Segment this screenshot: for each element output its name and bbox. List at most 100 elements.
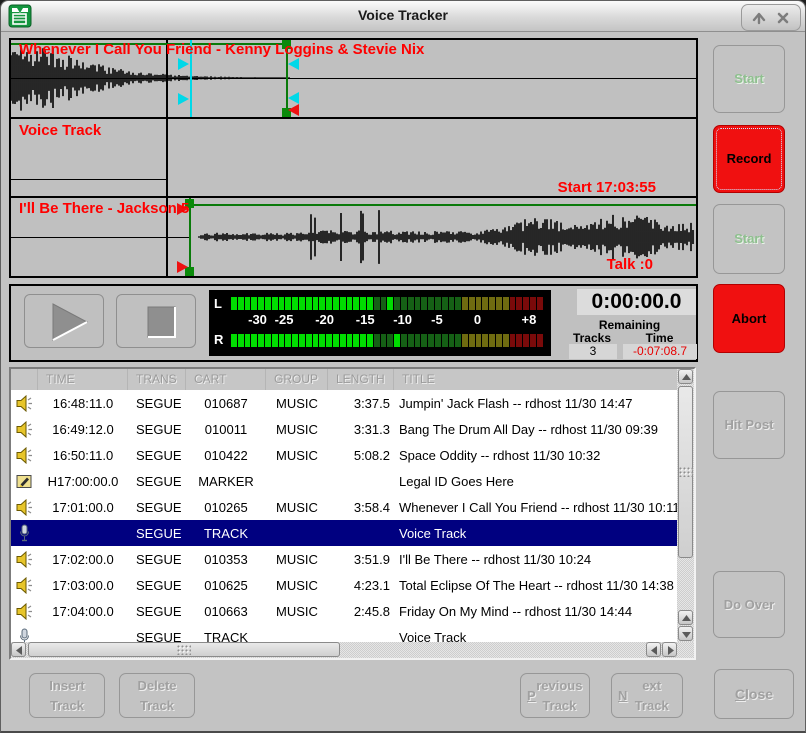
header-title[interactable]: TITLE: [394, 369, 677, 390]
insert-track-button[interactable]: Insert Track: [29, 673, 105, 718]
meter-segment: [238, 297, 244, 310]
header-time[interactable]: TIME: [38, 369, 128, 390]
close-window-icon[interactable]: [775, 10, 791, 26]
horizontal-scroll-handle[interactable]: [28, 642, 340, 657]
meter-segment: [415, 334, 421, 347]
remaining-tracks-value: 3: [569, 344, 617, 359]
table-row[interactable]: 16:48:11.0SEGUE010687MUSIC3:37.5Jumpin' …: [11, 390, 677, 416]
meter-segment: [510, 334, 516, 347]
speaker-icon: [11, 395, 38, 412]
meter-segment: [503, 334, 509, 347]
start-track3-button[interactable]: Start: [713, 204, 785, 274]
meter-segment: [435, 297, 441, 310]
abort-button[interactable]: Abort: [713, 284, 785, 353]
track-display-panel[interactable]: Whenever I Call You Friend - Kenny Loggi…: [9, 38, 698, 278]
meter-segment: [238, 334, 244, 347]
playback-cursor-line[interactable]: [166, 40, 168, 276]
table-row[interactable]: SEGUETRACKVoice Track: [11, 624, 677, 642]
meter-segment: [333, 297, 339, 310]
cell-trans: SEGUE: [128, 526, 186, 541]
meter-segment: [381, 334, 387, 347]
elapsed-timer: 0:00:00.0: [577, 289, 696, 315]
next-track-button[interactable]: Next Track: [611, 673, 683, 718]
close-button[interactable]: Close: [714, 669, 794, 719]
header-trans[interactable]: TRANS: [128, 369, 186, 390]
table-row[interactable]: 17:01:00.0SEGUE010265MUSIC3:58.4Whenever…: [11, 494, 677, 520]
do-over-button[interactable]: Do Over: [713, 571, 785, 638]
scroll-left-button[interactable]: [646, 642, 661, 657]
speaker-icon: [11, 551, 38, 568]
horizontal-scrollbar[interactable]: [11, 642, 677, 658]
delete-track-button[interactable]: Delete Track: [119, 673, 195, 718]
meter-segment: [367, 334, 373, 347]
meter-segment: [272, 334, 278, 347]
meter-scale-label: -30: [248, 312, 267, 327]
table-row[interactable]: 17:04:00.0SEGUE010663MUSIC2:45.8Friday O…: [11, 598, 677, 624]
meter-segment: [258, 297, 264, 310]
stop-button[interactable]: [116, 294, 196, 348]
talk-start-marker-icon[interactable]: [178, 93, 189, 105]
header-length[interactable]: LENGTH: [328, 369, 394, 390]
track3-start-red-marker-icon[interactable]: [177, 261, 188, 273]
shade-window-icon[interactable]: [751, 10, 767, 26]
table-row[interactable]: SEGUETRACKVoice Track: [11, 520, 677, 546]
cell-length: 3:37.5: [328, 396, 394, 411]
transport-panel: L -30-25-20-15-10-50+8 R 0:00:00.0 Remai…: [9, 284, 698, 362]
table-row[interactable]: 16:50:11.0SEGUE010422MUSIC5:08.2Space Od…: [11, 442, 677, 468]
meter-segment: [476, 334, 482, 347]
cell-cart: 010422: [186, 448, 266, 463]
start-track1-button[interactable]: Start: [713, 45, 785, 113]
play-button[interactable]: [24, 294, 104, 348]
meter-segment: [381, 297, 387, 310]
cell-group: MUSIC: [266, 552, 328, 567]
cell-length: 5:08.2: [328, 448, 394, 463]
table-row[interactable]: H17:00:00.0SEGUEMARKERLegal ID Goes Here: [11, 468, 677, 494]
meter-scale-label: -5: [431, 312, 443, 327]
meter-segment: [401, 334, 407, 347]
table-row[interactable]: 17:02:00.0SEGUE010353MUSIC3:51.9I'll Be …: [11, 546, 677, 572]
meter-segment: [272, 297, 278, 310]
window-controls: [741, 4, 801, 31]
cell-title: Total Eclipse Of The Heart -- rdhost 11/…: [394, 578, 677, 593]
meter-segment: [306, 334, 312, 347]
meter-scale-label: -15: [356, 312, 375, 327]
scroll-right-button[interactable]: [662, 642, 677, 657]
table-row[interactable]: 16:49:12.0SEGUE010011MUSIC3:31.3Bang The…: [11, 416, 677, 442]
cell-group: MUSIC: [266, 578, 328, 593]
table-row[interactable]: 17:03:00.0SEGUE010625MUSIC4:23.1Total Ec…: [11, 572, 677, 598]
scroll-up-button[interactable]: [678, 369, 693, 384]
hit-post-button[interactable]: Hit Post: [713, 391, 785, 459]
talk-start-marker-icon[interactable]: [178, 58, 189, 70]
meter-segment: [537, 297, 543, 310]
header-group[interactable]: GROUP: [266, 369, 328, 390]
scroll-up-button[interactable]: [678, 610, 693, 625]
scroll-left-button[interactable]: [11, 642, 26, 657]
cell-time: 17:03:00.0: [38, 578, 128, 593]
scroll-down-button[interactable]: [678, 626, 693, 641]
waveforms: [11, 40, 696, 276]
talk-end-marker-icon[interactable]: [288, 58, 299, 70]
arrow-up-icon: [680, 371, 693, 384]
meter-segment: [428, 334, 434, 347]
titlebar[interactable]: Voice Tracker: [1, 1, 805, 32]
remaining-tracks-label: Tracks: [563, 331, 621, 345]
cell-group: MUSIC: [266, 422, 328, 437]
remaining-time-label: Time: [623, 331, 696, 345]
log-body[interactable]: 16:48:11.0SEGUE010687MUSIC3:37.5Jumpin' …: [11, 390, 677, 642]
vertical-scroll-handle[interactable]: [678, 386, 693, 558]
header-cart[interactable]: CART: [186, 369, 266, 390]
record-button[interactable]: Record: [713, 125, 785, 193]
previous-track-button[interactable]: Previous Track: [520, 673, 590, 718]
vertical-scrollbar[interactable]: [677, 369, 694, 642]
window-title: Voice Tracker: [1, 7, 805, 23]
cell-title: Space Oddity -- rdhost 11/30 10:32: [394, 448, 677, 463]
meter-segment: [442, 334, 448, 347]
talk-end-marker-icon[interactable]: [288, 92, 299, 104]
meter-segment: [408, 297, 414, 310]
meter-segment: [462, 334, 468, 347]
cell-cart: 010265: [186, 500, 266, 515]
track1-end-red-marker-icon[interactable]: [288, 104, 299, 116]
meter-segment: [306, 297, 312, 310]
cell-cart: 010625: [186, 578, 266, 593]
meter-segment: [455, 297, 461, 310]
